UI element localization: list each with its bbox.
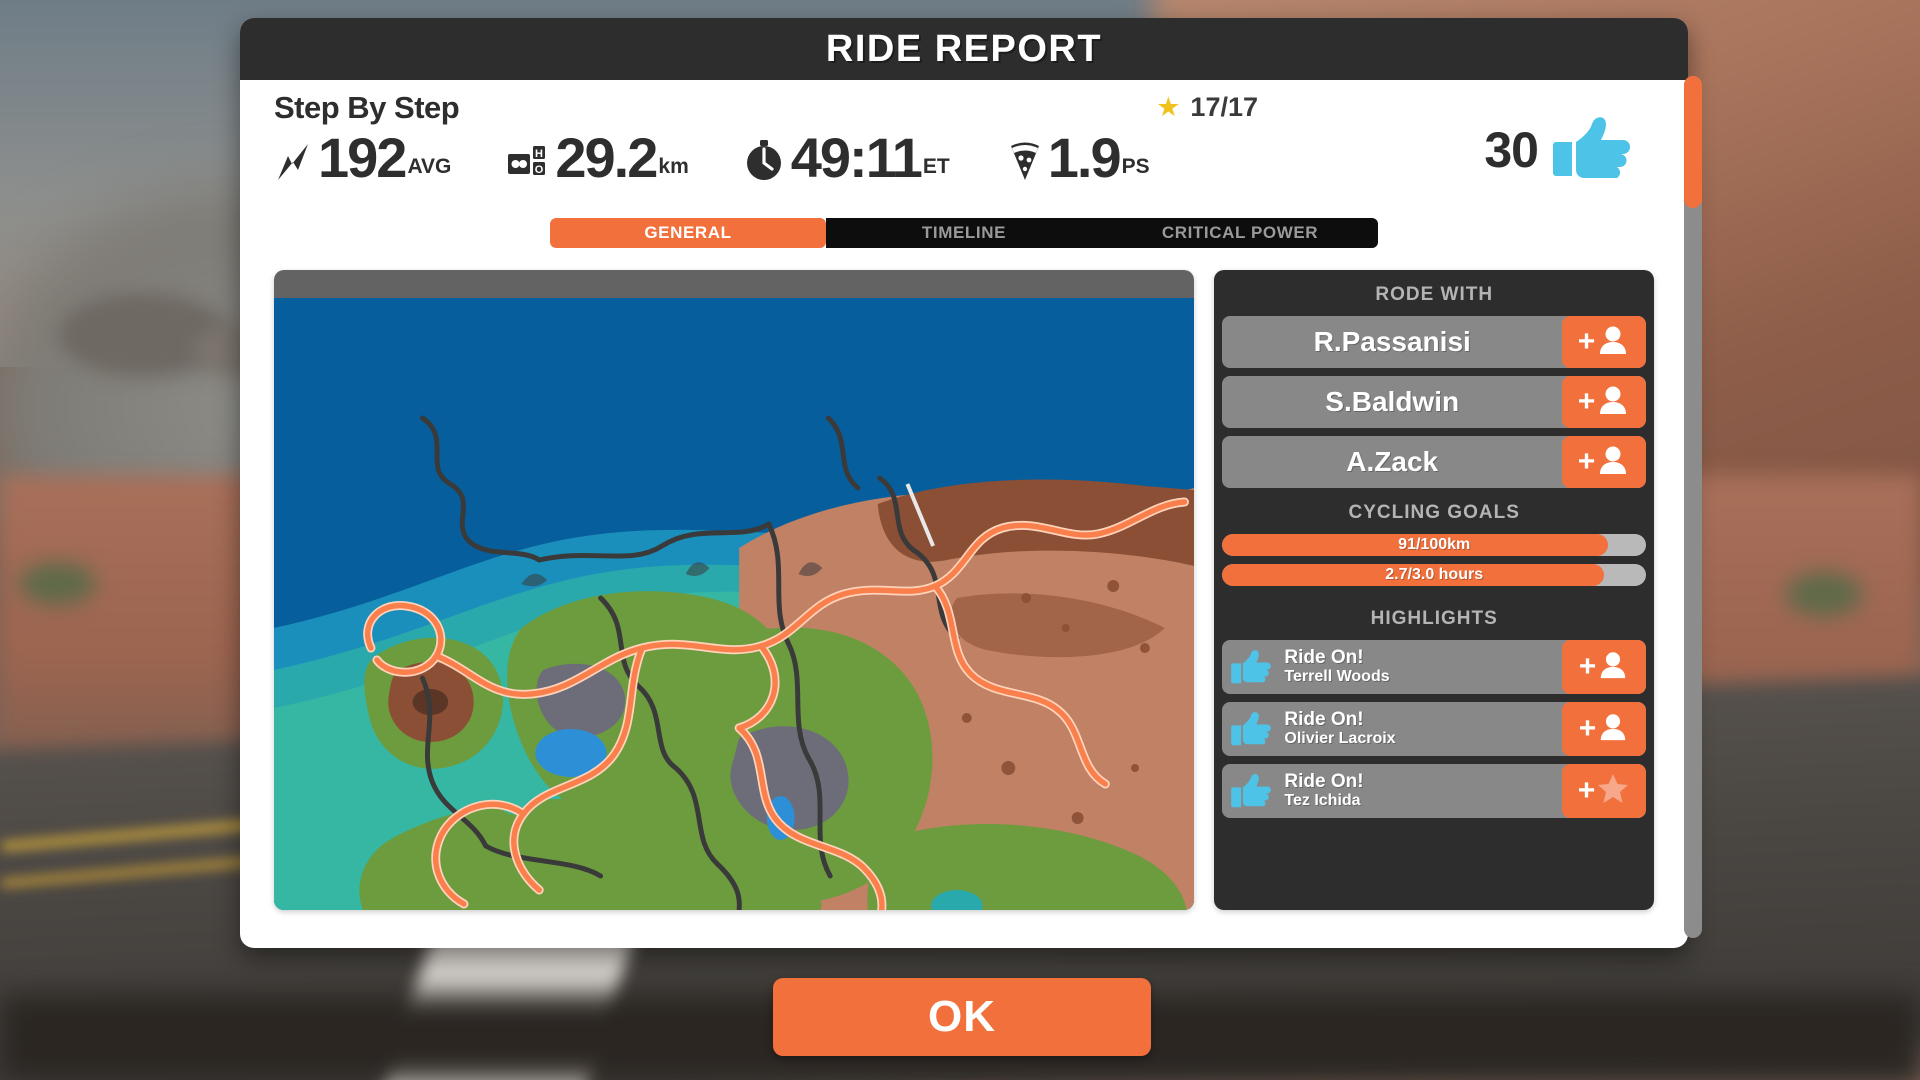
tab-timeline[interactable]: TIMELINE bbox=[826, 218, 1102, 248]
add-friend-button[interactable]: + bbox=[1562, 316, 1646, 368]
stat-pizza-slices-value: 1.9 bbox=[1047, 126, 1122, 189]
svg-text:H: H bbox=[535, 148, 543, 160]
map-toolbar bbox=[274, 270, 1195, 298]
highlight-text: Ride On! Olivier Lacroix bbox=[1280, 708, 1562, 748]
watopia-route-map[interactable] bbox=[274, 298, 1195, 910]
thumbs-up-icon bbox=[1222, 711, 1280, 747]
rider-name: R.Passanisi bbox=[1313, 326, 1471, 357]
kudos-counter: 30 bbox=[1484, 116, 1638, 183]
add-friend-icon bbox=[1596, 443, 1630, 482]
pizza-slice-icon bbox=[1006, 138, 1044, 184]
add-friend-icon bbox=[1597, 649, 1629, 686]
goal-progress-distance: 91/100km bbox=[1222, 534, 1646, 556]
power-lightning-icon bbox=[274, 140, 314, 184]
goal-progress-time-label: 2.7/3.0 hours bbox=[1385, 566, 1484, 583]
rode-with-title: RODE WITH bbox=[1375, 284, 1494, 305]
clock-icon bbox=[745, 138, 787, 184]
stat-distance-unit: km bbox=[658, 154, 689, 178]
ok-button-label: OK bbox=[928, 992, 996, 1041]
rode-with-row-1[interactable]: R.Passanisi + bbox=[1222, 316, 1646, 368]
rider-name: S.Baldwin bbox=[1325, 386, 1460, 417]
tab-critical-power[interactable]: CRITICAL POWER bbox=[1102, 218, 1378, 248]
highlight-row-2[interactable]: Ride On! Olivier Lacroix + bbox=[1222, 702, 1646, 756]
plus-icon: + bbox=[1577, 385, 1596, 418]
rode-with-row-2[interactable]: S.Baldwin + bbox=[1222, 376, 1646, 428]
stat-average-power: 192 AVG bbox=[274, 126, 452, 189]
highlight-type: Ride On! bbox=[1284, 770, 1364, 792]
highlight-who: Terrell Woods bbox=[1284, 667, 1390, 685]
ride-name: Step By Step bbox=[274, 90, 460, 125]
thumbs-up-icon bbox=[1222, 773, 1280, 809]
add-favorite-button[interactable]: + bbox=[1562, 764, 1646, 818]
dialog-titlebar: RIDE REPORT bbox=[240, 18, 1688, 80]
add-friend-icon bbox=[1597, 711, 1629, 748]
cycling-goals-title: CYCLING GOALS bbox=[1348, 502, 1520, 523]
tab-general[interactable]: GENERAL bbox=[550, 218, 826, 248]
highlight-type: Ride On! bbox=[1284, 708, 1364, 730]
background-bush-2 bbox=[1785, 572, 1863, 616]
plus-icon: + bbox=[1577, 445, 1596, 478]
stats-row: 192 AVG H O 29.2 km 49:11 ET 1.9 PS bbox=[274, 126, 1654, 189]
highlight-who: Olivier Lacroix bbox=[1284, 729, 1396, 747]
thumbs-up-icon bbox=[1222, 649, 1280, 685]
map-card[interactable] bbox=[274, 270, 1195, 910]
dialog-title: RIDE REPORT bbox=[825, 27, 1103, 70]
highlight-row-3[interactable]: Ride On! Tez Ichida + bbox=[1222, 764, 1646, 818]
star-rating: ★ 17/17 bbox=[1156, 92, 1258, 123]
add-friend-button[interactable]: + bbox=[1562, 436, 1646, 488]
stat-average-power-value: 192 bbox=[318, 126, 407, 189]
ok-button[interactable]: OK bbox=[773, 978, 1151, 1056]
stat-elapsed-time: 49:11 ET bbox=[745, 126, 950, 189]
svg-text:O: O bbox=[535, 164, 544, 176]
goal-progress-time: 2.7/3.0 hours bbox=[1222, 564, 1646, 586]
ride-header: Step By Step ★ 17/17 192 AVG H O 29.2 km… bbox=[240, 80, 1688, 220]
highlights-title: HIGHLIGHTS bbox=[1370, 608, 1498, 629]
highlight-text: Ride On! Tez Ichida bbox=[1280, 770, 1562, 810]
highlight-row-1[interactable]: Ride On! Terrell Woods + bbox=[1222, 640, 1646, 694]
add-friend-icon bbox=[1596, 323, 1630, 362]
add-friend-icon bbox=[1596, 383, 1630, 422]
add-favorite-star-icon bbox=[1596, 772, 1630, 811]
odometer-icon: H O bbox=[507, 142, 551, 184]
highlight-who: Tez Ichida bbox=[1284, 791, 1361, 809]
background-bush-1 bbox=[19, 561, 96, 605]
rider-name: A.Zack bbox=[1346, 446, 1439, 477]
stat-distance: H O 29.2 km bbox=[507, 126, 689, 189]
dialog-scrollbar-track[interactable] bbox=[1684, 76, 1702, 938]
star-icon: ★ bbox=[1156, 92, 1181, 122]
add-friend-button[interactable]: + bbox=[1562, 702, 1646, 756]
add-friend-button[interactable]: + bbox=[1562, 640, 1646, 694]
dialog-body: RODE WITH R.Passanisi + S.Baldwin + A.Za… bbox=[240, 270, 1688, 948]
goal-progress-distance-label: 91/100km bbox=[1398, 536, 1471, 553]
highlight-text: Ride On! Terrell Woods bbox=[1280, 646, 1562, 686]
report-tabs[interactable]: GENERAL TIMELINE CRITICAL POWER bbox=[550, 218, 1378, 248]
stat-distance-value: 29.2 bbox=[555, 126, 658, 189]
stat-elapsed-time-value: 49:11 bbox=[790, 126, 923, 189]
plus-icon: + bbox=[1578, 650, 1597, 683]
highlight-type: Ride On! bbox=[1284, 646, 1364, 668]
stat-average-power-unit: AVG bbox=[407, 154, 452, 178]
rode-with-row-3[interactable]: A.Zack + bbox=[1222, 436, 1646, 488]
stat-elapsed-time-unit: ET bbox=[922, 154, 950, 178]
plus-icon: + bbox=[1577, 774, 1596, 807]
stat-pizza-slices: 1.9 PS bbox=[1006, 126, 1150, 189]
ride-report-dialog: RIDE REPORT Step By Step ★ 17/17 192 AVG bbox=[240, 18, 1702, 948]
plus-icon: + bbox=[1577, 325, 1596, 358]
star-value: 17/17 bbox=[1190, 92, 1258, 122]
dialog-scrollbar-thumb[interactable] bbox=[1684, 76, 1702, 208]
stat-pizza-slices-unit: PS bbox=[1121, 154, 1150, 178]
add-friend-button[interactable]: + bbox=[1562, 376, 1646, 428]
kudos-count: 30 bbox=[1484, 121, 1539, 178]
thumbs-up-icon bbox=[1552, 116, 1638, 183]
plus-icon: + bbox=[1578, 712, 1597, 745]
side-panel: RODE WITH R.Passanisi + S.Baldwin + A.Za… bbox=[1214, 270, 1654, 910]
